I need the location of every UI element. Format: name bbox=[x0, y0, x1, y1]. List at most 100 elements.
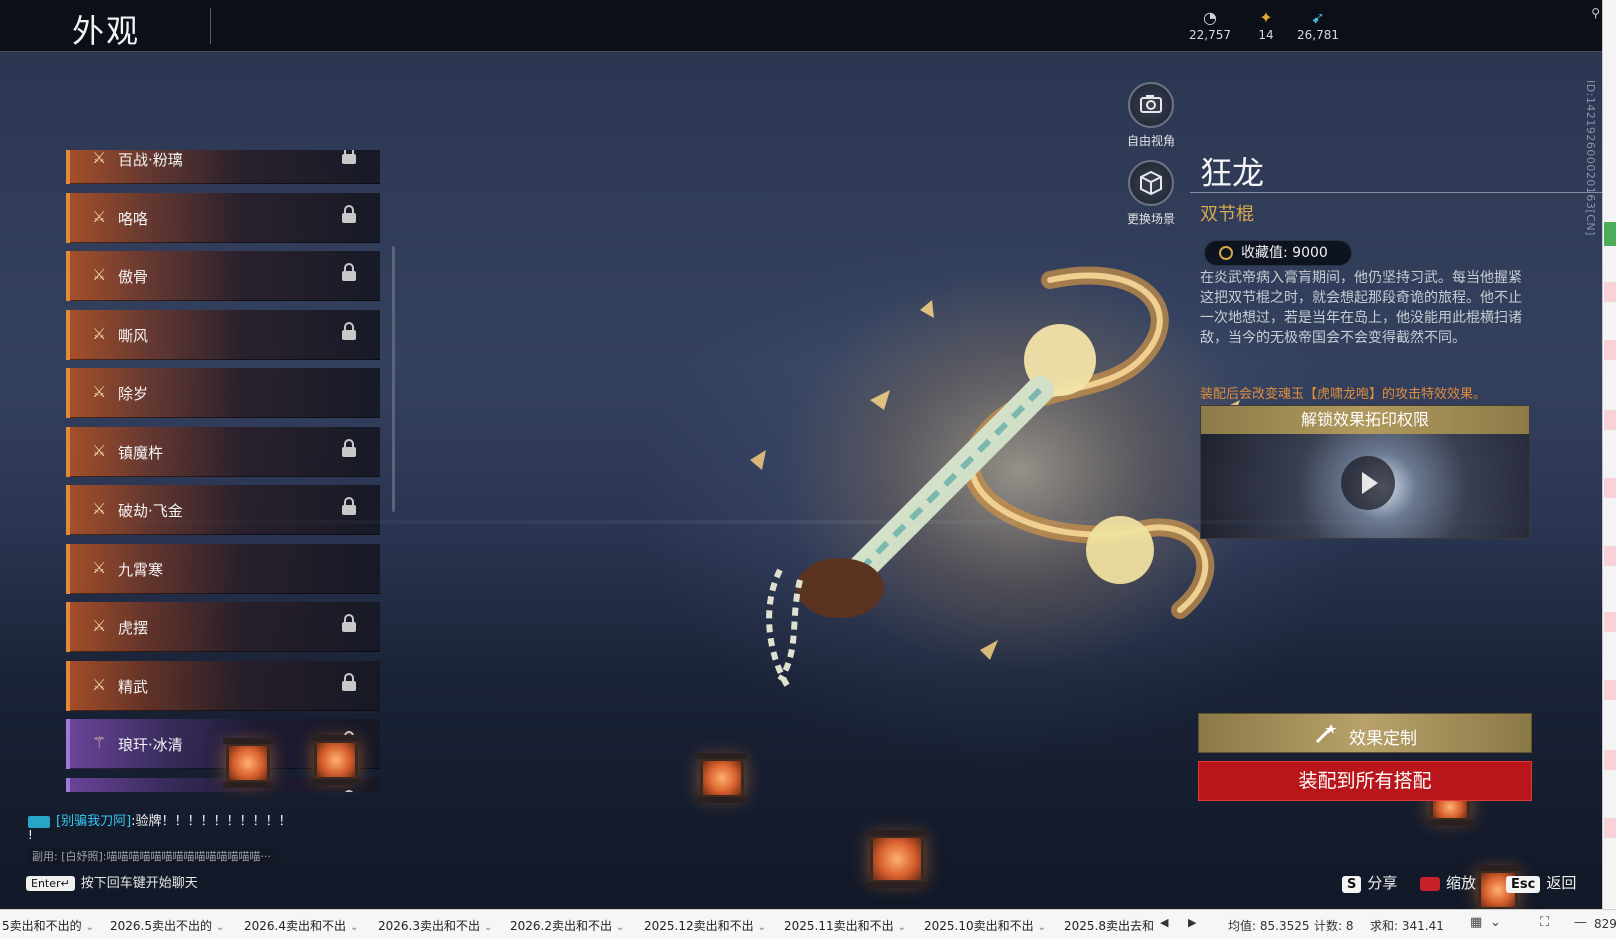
zoom-out-icon[interactable]: — bbox=[1574, 915, 1587, 930]
sheet-tab-label: 2025.8卖出去和 bbox=[1064, 919, 1154, 933]
tab-scroll-left-icon[interactable]: ◀ bbox=[1160, 916, 1168, 929]
top-bar: 外观 ◔ 22,757 ✦ 14 ➹ 26,781 ⚲ bbox=[0, 0, 1602, 52]
back-hint[interactable]: Esc 返回 bbox=[1506, 872, 1576, 893]
silver-coin-icon: ◔ bbox=[1203, 8, 1217, 27]
highlight-cell bbox=[1604, 680, 1616, 700]
play-icon[interactable] bbox=[1341, 456, 1395, 510]
effect-video-thumbnail[interactable] bbox=[1201, 434, 1529, 538]
free-view-button[interactable] bbox=[1128, 82, 1174, 128]
chevron-down-icon: ⌄ bbox=[484, 922, 493, 933]
highlight-cell bbox=[1604, 478, 1616, 498]
scene-cube-icon bbox=[1140, 170, 1162, 196]
chat-text: :验牌！！！！！！！！！！ bbox=[131, 814, 292, 829]
sheet-tab[interactable]: 2026.4卖出和不出 ⌄ bbox=[244, 917, 358, 934]
sheet-tab[interactable]: 2025.10卖出和不出 ⌄ bbox=[924, 917, 1046, 934]
chat-sender[interactable]: [别骗我刀阿] bbox=[56, 814, 131, 829]
crossed-swords-icon: ⚔ bbox=[92, 150, 107, 167]
skin-list-item[interactable]: ⚔ 除岁 bbox=[66, 368, 380, 418]
effect-customize-button[interactable]: 效果定制 bbox=[1198, 713, 1532, 753]
stat-count: 计数: 8 bbox=[1314, 919, 1354, 933]
effect-customize-label: 效果定制 bbox=[1349, 729, 1417, 749]
crossed-swords-icon: ⚔ bbox=[92, 557, 107, 577]
chat-message-overflow: ! bbox=[28, 828, 33, 842]
sheet-tab[interactable]: 5卖出和不出的 ⌄ bbox=[2, 917, 94, 934]
sheet-tab[interactable]: 2025.12卖出和不出 ⌄ bbox=[644, 917, 766, 934]
stat-average: 均值: 85.3525 bbox=[1228, 919, 1310, 933]
chat-message: [别骗我刀阿]:验牌！！！！！！！！！！ bbox=[28, 810, 292, 829]
sheet-tab[interactable]: 2026.5卖出不出的 ⌄ bbox=[110, 917, 224, 934]
sheet-tab-label: 2026.2卖出和不出 bbox=[510, 919, 612, 933]
highlight-cell bbox=[1604, 750, 1616, 770]
back-label: 返回 bbox=[1546, 874, 1577, 892]
selected-cell-marker bbox=[1604, 222, 1616, 246]
name-divider bbox=[1190, 192, 1602, 193]
crossed-swords-icon: ⚔ bbox=[92, 323, 107, 343]
player-id: ID:142192600020163[CN] bbox=[1584, 80, 1597, 236]
lock-icon bbox=[342, 204, 356, 223]
zoom-label: 缩放 bbox=[1446, 874, 1477, 892]
highlight-cell bbox=[1604, 612, 1616, 632]
skin-list-item[interactable]: ⚔ 百战·粉璃 bbox=[66, 150, 380, 184]
enter-key-badge: Enter↵ bbox=[26, 876, 75, 891]
sheet-tab[interactable]: 2025.8卖出去和 bbox=[1064, 917, 1154, 934]
collection-coin-icon bbox=[1219, 246, 1233, 260]
skin-list-item[interactable]: ⚔ 傲骨 bbox=[66, 251, 380, 301]
zoom-hint[interactable]: 缩放 bbox=[1420, 872, 1476, 893]
skin-list-item[interactable]: ⚔ 虎摆 bbox=[66, 602, 380, 652]
butterfly-icon: ⚚ bbox=[92, 733, 107, 752]
sheet-tab[interactable]: 2025.11卖出和不出 ⌄ bbox=[784, 917, 906, 934]
skin-list-item[interactable]: ⚔ 破劫·飞金 bbox=[66, 485, 380, 535]
skin-list-item[interactable]: ⚔ 嘶风 bbox=[66, 309, 380, 360]
sheet-tab-label: 2025.12卖出和不出 bbox=[644, 919, 754, 933]
weapon-nunchaku-render[interactable] bbox=[720, 250, 1280, 720]
skin-list-item[interactable]: ⚔ 九霄寒 bbox=[66, 543, 380, 594]
skin-list-item-label: 破劫·飞金 bbox=[118, 502, 183, 520]
share-key: S bbox=[1342, 876, 1362, 893]
skin-list-item-label: 虎摆 bbox=[118, 619, 149, 637]
equip-all-button[interactable]: 装配到所有搭配 bbox=[1198, 761, 1532, 801]
chevron-down-icon: ⌄ bbox=[897, 922, 907, 933]
currency-ticket: ✦ 14 bbox=[1236, 8, 1296, 42]
crossed-swords-icon: ⚔ bbox=[92, 499, 107, 518]
change-scene-label: 更换场景 bbox=[1126, 212, 1175, 226]
esc-key: Esc bbox=[1506, 876, 1541, 893]
search-icon[interactable]: ⚲ bbox=[1591, 6, 1600, 20]
skin-list-item[interactable]: ⚔ 精武 bbox=[66, 660, 380, 711]
skin-list: ⚔ 百战·粉璃 ⚔ 咯咯 ⚔ 傲骨 ⚔ 嘶风 ⚔ 除岁 ⚔ 镇魔杵 ⚔ 破劫·飞金 ⚔ 九霄寒 ⚔ 虎摆 ⚔ 精武 ⚚ 琅… bbox=[66, 150, 392, 792]
chevron-down-icon[interactable]: ⌄ bbox=[1490, 915, 1501, 930]
lock-icon bbox=[342, 321, 356, 340]
lock-icon bbox=[342, 672, 356, 691]
chat-input-hint[interactable]: Enter↵ 按下回车键开始聊天 bbox=[26, 872, 198, 891]
skin-list-item-label: 傲骨 bbox=[118, 268, 149, 286]
sheet-tab-label: 2025.11卖出和不出 bbox=[784, 919, 894, 933]
chevron-down-icon: ⌄ bbox=[757, 922, 767, 933]
fullscreen-icon[interactable]: ⛶ bbox=[1540, 915, 1549, 930]
lock-icon bbox=[342, 150, 356, 164]
lantern-decoration bbox=[867, 830, 927, 888]
crossed-swords-icon: ⚔ bbox=[92, 440, 107, 460]
list-scrollbar[interactable] bbox=[392, 246, 395, 512]
lantern-decoration bbox=[311, 735, 361, 785]
highlight-cell bbox=[1604, 546, 1616, 566]
grid-view-icon[interactable]: ▦ bbox=[1470, 915, 1482, 930]
game-viewport: 外观 ◔ 22,757 ✦ 14 ➹ 26,781 ⚲ ID:142192600… bbox=[0, 0, 1602, 909]
crossed-swords-icon: ⚔ bbox=[92, 206, 107, 226]
tab-scroll-right-icon[interactable]: ▶ bbox=[1188, 916, 1196, 929]
highlight-cell bbox=[1604, 410, 1616, 430]
sheet-tab-label: 2025.10卖出和不出 bbox=[924, 919, 1034, 933]
share-hint[interactable]: S 分享 bbox=[1342, 872, 1397, 893]
weapon-description: 在炎武帝病入膏肓期间，他仍坚持习武。每当他握紧这把双节棍之时，就会想起那段奇诡的… bbox=[1200, 270, 1522, 346]
sheet-tab[interactable]: 2026.2卖出和不出 ⌄ bbox=[510, 917, 624, 934]
collection-value: 收藏值: 9000 bbox=[1241, 245, 1328, 261]
change-scene-button[interactable] bbox=[1128, 160, 1174, 206]
collection-value-badge: 收藏值: 9000 bbox=[1204, 240, 1352, 266]
sheet-tab[interactable]: 2026.3卖出和不出 ⌄ bbox=[378, 917, 492, 934]
skin-list-item[interactable]: ⚔ 镇魔杵 bbox=[66, 426, 380, 477]
chevron-down-icon: ⌄ bbox=[1037, 922, 1047, 933]
skin-list-item[interactable]: ⚔ 咯咯 bbox=[66, 192, 380, 243]
skin-list-item-label: 镇魔杵 bbox=[118, 443, 164, 462]
share-label: 分享 bbox=[1367, 874, 1398, 892]
skin-list-item-label: 嘶风 bbox=[118, 326, 149, 345]
free-view-label: 自由视角 bbox=[1126, 134, 1175, 148]
zoom-level: 829 bbox=[1594, 917, 1616, 931]
